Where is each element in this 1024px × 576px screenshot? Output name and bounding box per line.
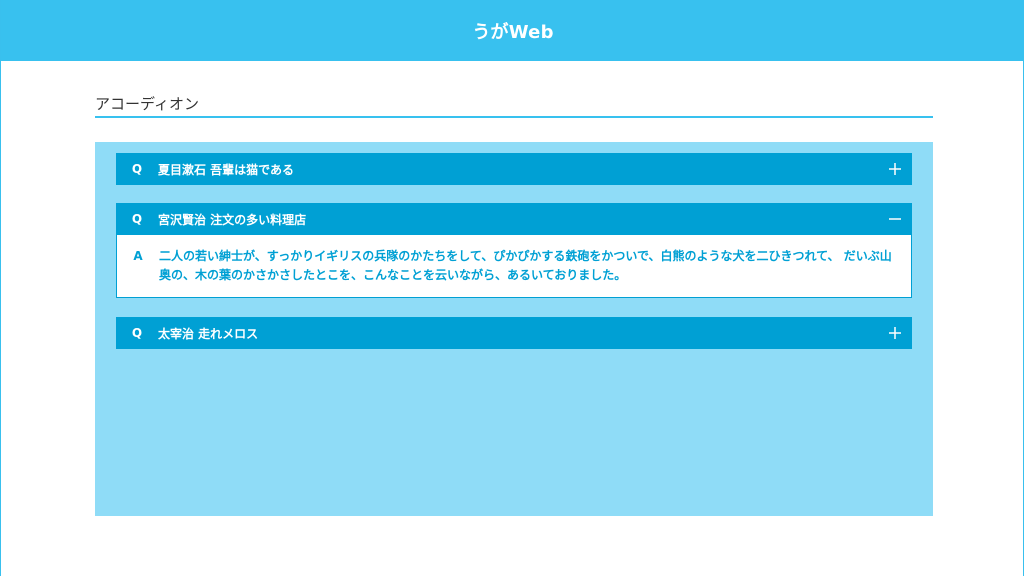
accordion-question-3[interactable]: Q 太宰治 走れメロス: [116, 317, 912, 349]
plus-icon[interactable]: [888, 324, 902, 342]
accordion-question-1[interactable]: Q 夏目漱石 吾輩は猫である: [116, 153, 912, 185]
minus-icon[interactable]: [888, 210, 902, 228]
question-marker: Q: [131, 162, 143, 176]
section-heading: アコーディオン: [95, 95, 199, 113]
question-marker: Q: [131, 212, 143, 226]
section-heading-wrap: アコーディオン: [95, 94, 933, 118]
answer-text: 二人の若い紳士が、すっかりイギリスの兵隊のかたちをして、ぴかぴかする鉄砲をかつい…: [159, 249, 892, 282]
question-text: 太宰治 走れメロス: [158, 326, 259, 341]
answer-marker: A: [133, 249, 143, 263]
site-header: うがWeb: [1, 0, 1024, 61]
accordion-panel: Q 夏目漱石 吾輩は猫である Q 宮沢賢治 注文の多い料理店 A 二人の若い紳士…: [95, 142, 933, 516]
question-marker: Q: [131, 326, 143, 340]
accordion-item-2: Q 宮沢賢治 注文の多い料理店 A 二人の若い紳士が、すっかりイギリスの兵隊のか…: [116, 203, 912, 298]
accordion-question-2[interactable]: Q 宮沢賢治 注文の多い料理店: [116, 203, 912, 235]
accordion-answer-2: A 二人の若い紳士が、すっかりイギリスの兵隊のかたちをして、ぴかぴかする鉄砲をか…: [116, 235, 912, 298]
question-text: 夏目漱石 吾輩は猫である: [158, 162, 295, 177]
plus-icon[interactable]: [888, 160, 902, 178]
question-text: 宮沢賢治 注文の多い料理店: [158, 212, 307, 227]
accordion-item-3: Q 太宰治 走れメロス: [116, 317, 912, 349]
accordion-item-1: Q 夏目漱石 吾輩は猫である: [116, 153, 912, 185]
site-title: うがWeb: [472, 21, 554, 43]
